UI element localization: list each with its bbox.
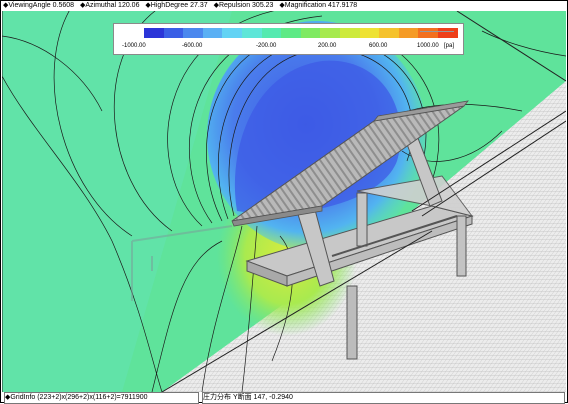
section-info-panel: 圧力分布 Y断面 147, -0.2940: [202, 392, 565, 404]
legend-color-swatch: [183, 28, 203, 38]
legend-tick-label: 600.00: [369, 43, 388, 49]
legend-color-swatch: [261, 28, 282, 38]
legend-color-swatch: [359, 28, 380, 38]
high-degree-readout: ◆HighDegree 27.37: [145, 2, 208, 9]
legend-color-swatch: [222, 28, 242, 38]
legend-color-swatch: [379, 28, 399, 38]
repulsion-readout: ◆Repulsion 305.23: [213, 2, 274, 9]
view-parameters-bar: ◆ViewingAngle 0.5608 ◆Azimuthal 120.06 ◆…: [3, 1, 361, 11]
legend-tick-label: 200.00: [318, 43, 337, 49]
legend-ticks: -1000.00 -600.00 -200.00 200.00 600.00 1…: [114, 43, 463, 53]
legend-tick-label: -200.00: [256, 43, 277, 49]
legend-color-bar: [144, 28, 458, 38]
legend-unit-label: [pa]: [444, 43, 455, 49]
legend-color-swatch: [163, 28, 184, 38]
viewing-angle-readout: ◆ViewingAngle 0.5608: [3, 2, 75, 9]
legend-color-swatch: [418, 28, 438, 38]
legend-color-swatch: [281, 28, 301, 38]
legend-color-swatch: [437, 28, 458, 38]
legend-dash-line: [420, 31, 454, 32]
legend-color-swatch: [241, 28, 262, 38]
legend-color-swatch: [144, 28, 164, 38]
magnification-readout: ◆Magnification 417.9178: [279, 2, 358, 9]
legend-color-swatch: [398, 28, 419, 38]
pressure-legend: -1000.00 -600.00 -200.00 200.00 600.00 1…: [113, 23, 464, 55]
azimuthal-readout: ◆Azimuthal 120.06: [79, 2, 140, 9]
legend-tick-label: -600.00: [182, 43, 203, 49]
legend-tick-label: -1000.00: [122, 43, 146, 49]
grid-info-panel: ◆GridInfo (223+2)x(296+2)x(116+2)=791190…: [4, 392, 199, 404]
legend-color-swatch: [202, 28, 223, 38]
window-frame: ◆ViewingAngle 0.5608 ◆Azimuthal 120.06 ◆…: [0, 0, 568, 404]
legend-color-swatch: [339, 28, 360, 38]
pressure-field-render: [2, 11, 566, 392]
simulation-viewport[interactable]: -1000.00 -600.00 -200.00 200.00 600.00 1…: [2, 11, 566, 392]
status-bar: ◆GridInfo (223+2)x(296+2)x(116+2)=791190…: [1, 392, 567, 404]
legend-tick-label: 1000.00: [417, 43, 439, 49]
legend-color-swatch: [300, 28, 321, 38]
legend-color-swatch: [320, 28, 340, 38]
